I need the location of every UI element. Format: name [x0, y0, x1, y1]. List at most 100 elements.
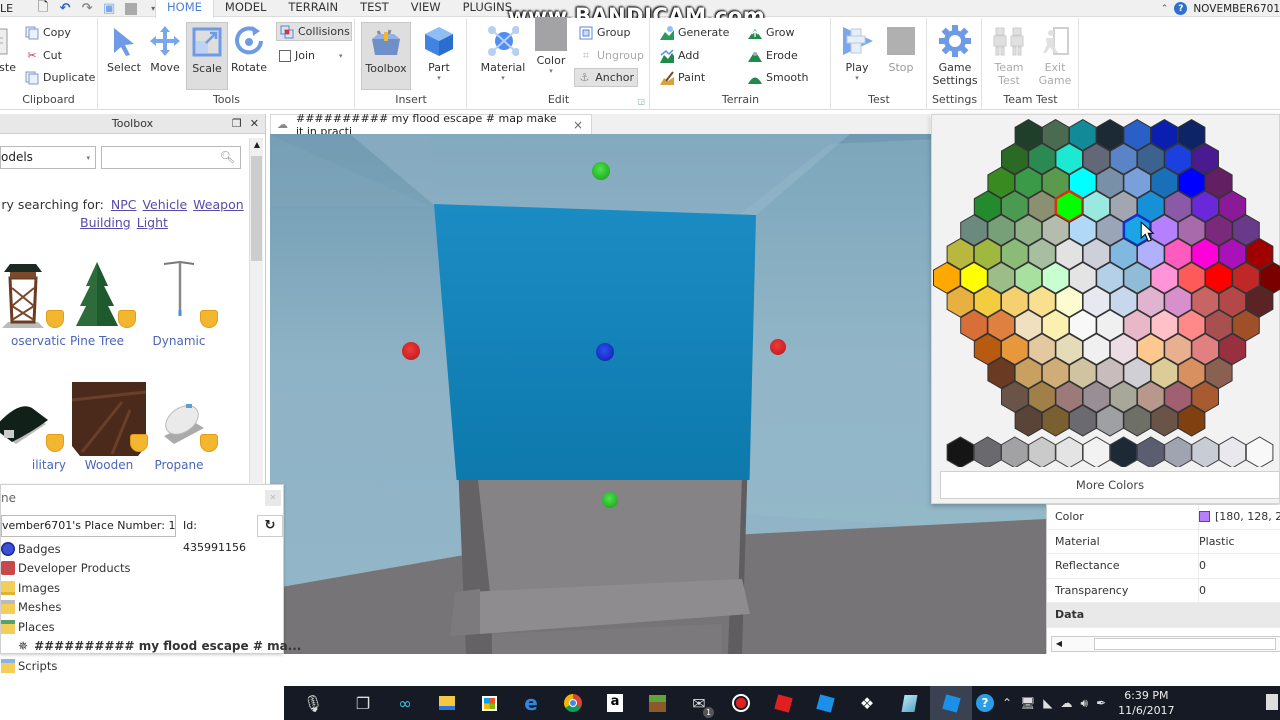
material-button[interactable]: Material ▾ [478, 22, 528, 90]
scale-tool-button[interactable]: Scale [186, 22, 228, 90]
tree-item-images[interactable]: Images [1, 578, 301, 598]
new-file-icon[interactable]: 🗋 [35, 0, 51, 16]
model-tile-dynamic-light[interactable]: Dynamic [138, 258, 220, 348]
part-dropdown-icon[interactable]: ▾ [418, 74, 460, 82]
undock-icon[interactable]: ❐ [232, 114, 242, 134]
tree-item-places[interactable]: Places [1, 617, 301, 637]
color-dropdown-icon[interactable]: ▾ [530, 67, 572, 75]
play-dropdown-icon[interactable]: ▾ [836, 74, 878, 82]
scale-handle-top[interactable] [592, 162, 610, 180]
category-dropdown[interactable]: odels ▾ [0, 146, 96, 169]
terrain-paint-button[interactable]: Paint [657, 68, 708, 87]
scale-handle-right[interactable] [770, 339, 786, 355]
material-dropdown-icon[interactable]: ▾ [478, 74, 528, 82]
grayscale-hex[interactable] [1055, 436, 1083, 467]
undo-icon[interactable]: ↶ [57, 1, 73, 16]
model-tile-pine-tree[interactable]: Pine Tree [56, 258, 138, 348]
more-colors-button[interactable]: More Colors [940, 471, 1280, 499]
tree-item-scripts[interactable]: Scripts [1, 656, 301, 676]
suggestion-weapon[interactable]: Weapon [193, 197, 243, 212]
tab-home[interactable]: HOME [155, 0, 214, 18]
anchor-button[interactable]: ⚓ Anchor [574, 68, 638, 87]
property-transparency[interactable]: Transparency 0 [1047, 578, 1280, 603]
volume-icon[interactable]: 🔊︎ [1081, 696, 1089, 711]
mail-icon[interactable]: ✉︎ 1 [678, 686, 720, 720]
stop-button[interactable]: Stop [880, 22, 922, 90]
paste-button[interactable]: Paste [0, 22, 16, 90]
network-icon[interactable]: 🖥︎ [1020, 696, 1035, 710]
properties-hscrollbar[interactable]: ◀ [1051, 636, 1280, 652]
terrain-erode-button[interactable]: Erode [745, 46, 801, 65]
roblox-studio-icon[interactable] [804, 686, 846, 720]
refresh-icon[interactable]: ↻ [257, 515, 283, 537]
suggestion-light[interactable]: Light [137, 215, 168, 230]
pen-icon[interactable]: ✒︎ [1096, 696, 1106, 710]
scroll-up-icon[interactable]: ▲ [250, 138, 264, 152]
suggestion-npc[interactable]: NPC [111, 197, 137, 212]
grayscale-hex[interactable] [1028, 436, 1056, 467]
tree-item-meshes[interactable]: Meshes [1, 598, 301, 618]
tree-item-badges[interactable]: Badges [1, 539, 301, 559]
suggestion-building[interactable]: Building [80, 215, 131, 230]
toolbox-scrollbar[interactable]: ▲ [249, 138, 263, 483]
redo-icon[interactable]: ↷ [79, 1, 95, 16]
scale-handle-front[interactable] [596, 343, 614, 361]
wifi-icon[interactable]: ◣ [1043, 696, 1052, 710]
publish-icon[interactable]: ▣ [101, 1, 117, 16]
model-tile-military-hangar[interactable]: ilitary [0, 382, 66, 472]
group-button[interactable]: Group [576, 23, 634, 42]
tab-terrain[interactable]: TERRAIN [277, 0, 349, 17]
username[interactable]: NOVEMBER6701 [1193, 3, 1280, 15]
task-view-icon[interactable]: ❐ [342, 686, 384, 720]
terrain-grow-button[interactable]: Grow [745, 23, 798, 42]
property-section-data[interactable]: Data [1047, 603, 1280, 628]
grayscale-hex[interactable] [1082, 436, 1111, 467]
chrome-icon[interactable] [552, 686, 594, 720]
grayscale-hex[interactable] [973, 436, 1002, 467]
scrollbar-thumb[interactable] [251, 156, 262, 261]
bandicam-record-icon[interactable] [720, 686, 762, 720]
copy-button[interactable]: Copy [22, 23, 74, 42]
scroll-left-icon[interactable]: ◀ [1052, 637, 1066, 651]
model-tile-propane[interactable]: Propane [138, 382, 220, 472]
amazon-icon[interactable]: a [594, 686, 636, 720]
toolbox-search-input[interactable]: 🔍︎ [101, 146, 241, 169]
dropbox-icon[interactable]: ❖ [846, 686, 888, 720]
document-tab[interactable]: ☁︎ ########## my flood escape # map make… [270, 112, 592, 138]
collisions-toggle[interactable]: Collisions [276, 22, 352, 41]
minecraft-icon[interactable] [636, 686, 678, 720]
grayscale-hex[interactable] [1191, 436, 1219, 467]
color-swatch[interactable] [1199, 511, 1210, 522]
exit-game-button[interactable]: Exit Game [1034, 22, 1076, 90]
collapse-ribbon-icon[interactable]: ⌃ [1161, 4, 1169, 14]
search-icon[interactable]: 🔍︎ [220, 150, 235, 164]
property-material[interactable]: Material Plastic [1047, 529, 1280, 554]
help-tray-icon[interactable]: ? [976, 694, 994, 712]
edit-dialog-launcher-icon[interactable]: ◲ [637, 97, 645, 106]
move-tool-button[interactable]: Move [144, 22, 186, 90]
grayscale-hex[interactable] [1164, 436, 1192, 467]
edge-browser-icon[interactable]: e [510, 686, 552, 720]
help-icon[interactable]: ? [1174, 2, 1188, 15]
grayscale-hex[interactable] [1001, 436, 1029, 467]
roblox-studio-active-icon[interactable] [930, 686, 972, 720]
part-button[interactable]: Part ▾ [418, 22, 460, 90]
toolbox-close-icon[interactable]: ✕ [250, 114, 259, 134]
select-tool-button[interactable]: Select [103, 22, 145, 90]
play-button[interactable]: Play ▾ [836, 22, 878, 90]
join-dropdown-icon[interactable]: ▾ [339, 52, 343, 60]
suggestion-vehicle[interactable]: Vehicle [142, 197, 187, 212]
tab-test[interactable]: TEST [349, 0, 400, 17]
toolbox-button[interactable]: Toolbox [361, 22, 411, 90]
grayscale-hex[interactable] [1245, 436, 1274, 467]
terrain-add-button[interactable]: Add [657, 46, 702, 65]
color-button[interactable]: Color ▾ [530, 17, 572, 90]
onedrive-icon[interactable]: ☁︎ [1061, 696, 1073, 710]
team-test-button[interactable]: Team Test [988, 22, 1030, 90]
selected-part[interactable] [434, 204, 756, 480]
action-center-icon[interactable] [1266, 694, 1278, 710]
grayscale-hex[interactable] [1137, 436, 1165, 467]
tab-view[interactable]: VIEW [400, 0, 452, 17]
file-menu-stub[interactable]: LE [0, 2, 13, 15]
grayscale-hex[interactable] [1218, 436, 1247, 467]
